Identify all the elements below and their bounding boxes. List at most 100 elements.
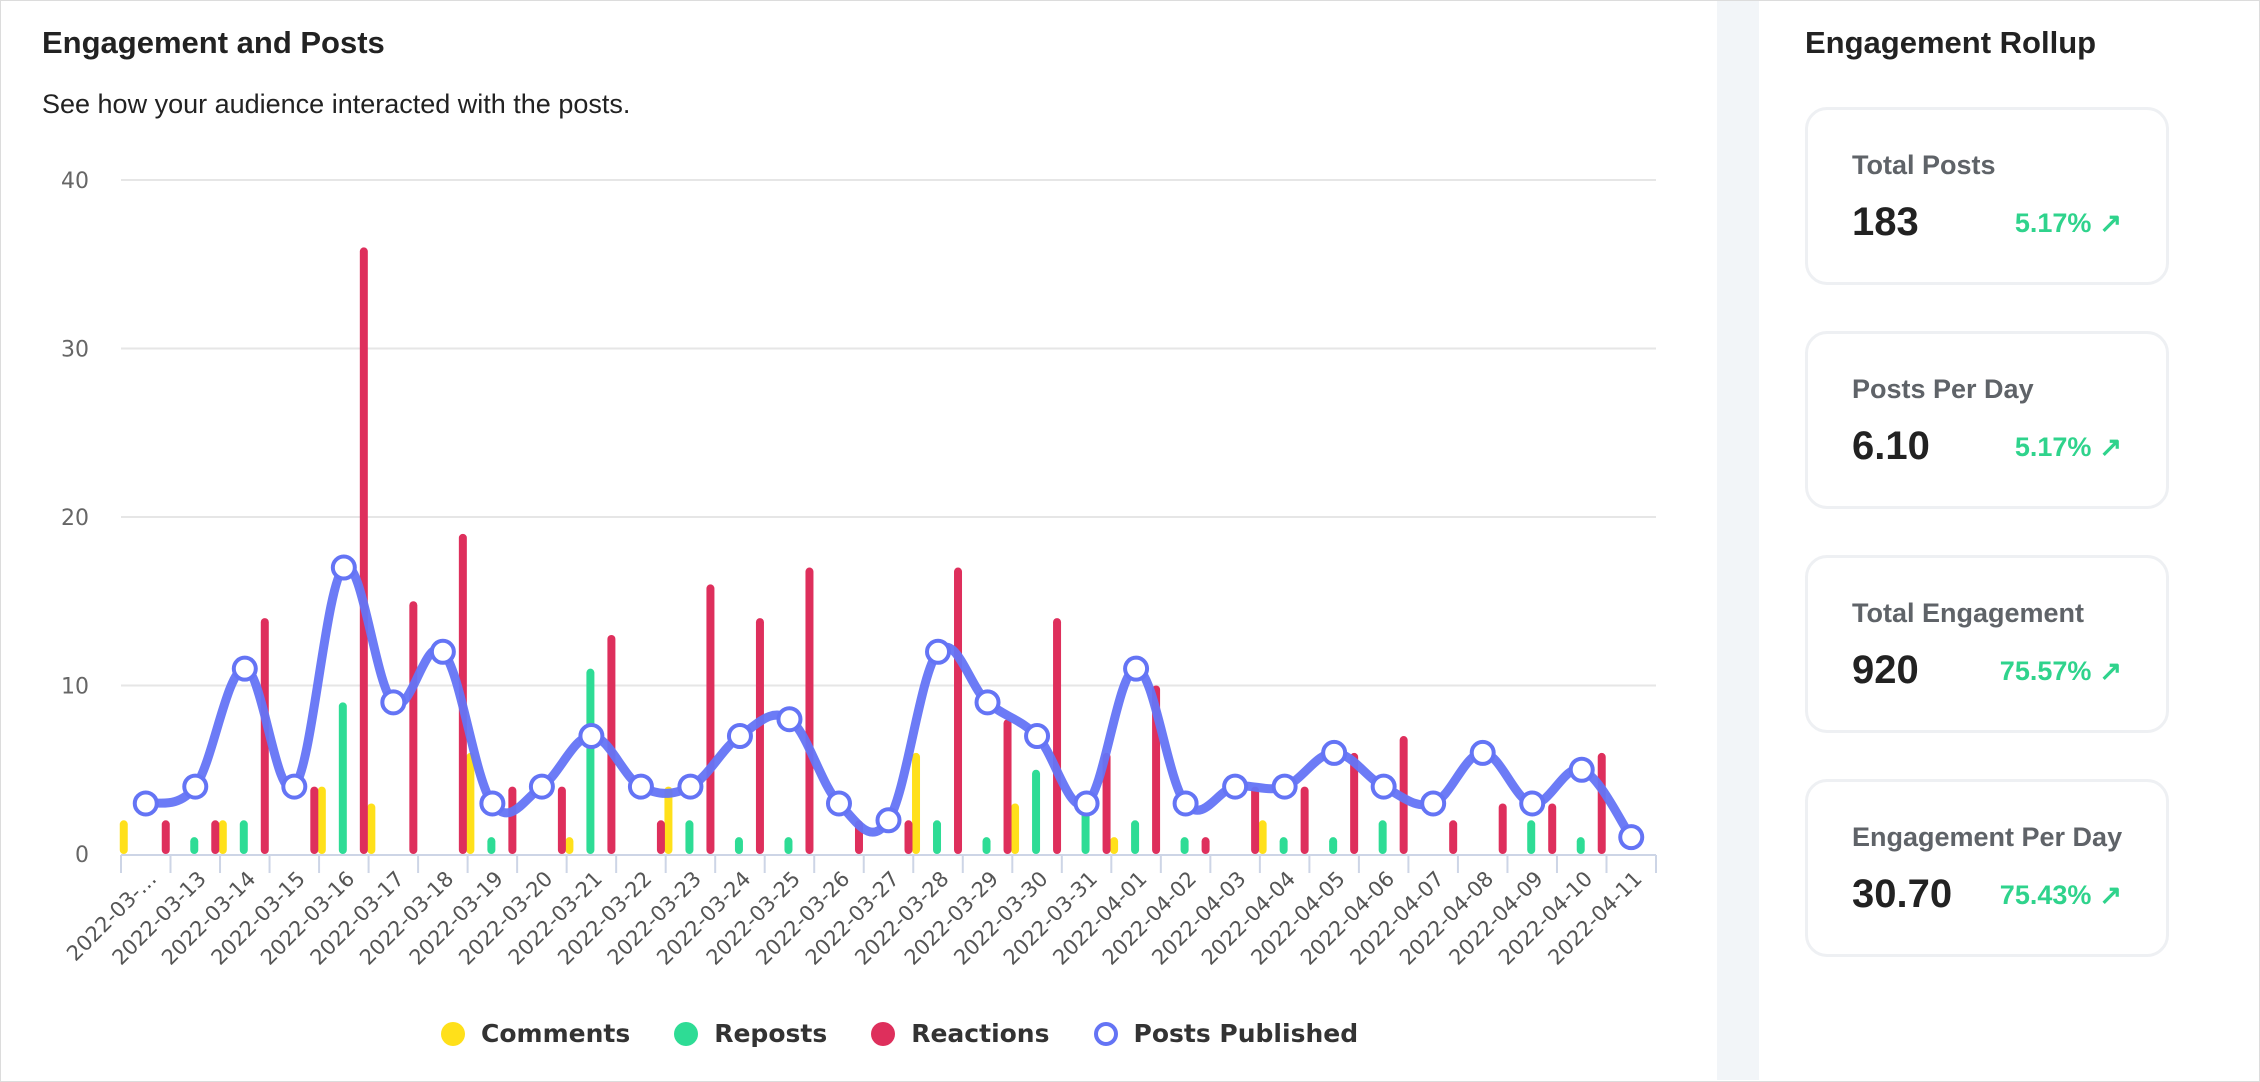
bar-comments	[317, 786, 326, 854]
bar-reposts	[338, 702, 347, 854]
bar-reposts	[1576, 837, 1585, 854]
posts-published-line	[141, 561, 1636, 842]
bar-reactions	[409, 601, 418, 854]
engagement-chart: 0102030402022-03-…2022-03-132022-03-1420…	[61, 169, 1657, 970]
bar-reactions	[954, 567, 963, 854]
bar-reactions	[1053, 618, 1062, 854]
bar-reposts	[487, 837, 496, 854]
bar-comments	[912, 752, 921, 854]
posts-published-point	[875, 807, 902, 834]
y-tick-label: 20	[61, 506, 89, 531]
stat-value: 183	[1852, 200, 1919, 244]
bar-reactions	[508, 786, 517, 854]
legend-label: Posts Published	[1133, 1019, 1359, 1048]
arrow-up-right-icon: ↗	[2099, 656, 2122, 686]
bar-reposts	[1131, 820, 1140, 854]
y-tick-label: 10	[61, 675, 89, 700]
bar-reposts	[586, 668, 595, 854]
engagement-rollup-panel: Engagement Rollup Total Posts 183 5.17% …	[1759, 1, 2258, 1080]
stat-change-percent: 5.17%	[2014, 432, 2092, 462]
posts-published-point	[330, 554, 357, 581]
bar-reposts	[1180, 837, 1189, 854]
stat-card-total-posts: Total Posts 183 5.17% ↗	[1805, 107, 2169, 285]
bar-comments	[1011, 803, 1020, 854]
panel-divider	[1717, 1, 1759, 1080]
bar-reactions	[755, 618, 764, 854]
bar-comments	[218, 820, 227, 854]
bar-reposts	[1378, 820, 1387, 854]
stat-value: 6.10	[1852, 424, 1930, 468]
bar-reposts	[1279, 837, 1288, 854]
posts-published-point	[1222, 773, 1249, 800]
posts-published-point	[1618, 824, 1645, 851]
bar-reactions	[211, 820, 220, 854]
legend-label: Comments	[481, 1019, 631, 1048]
posts-published-point	[825, 790, 852, 817]
posts-published-point	[627, 773, 654, 800]
posts-published-point	[1073, 790, 1100, 817]
bar-comments	[1110, 837, 1119, 854]
bar-reactions	[656, 820, 665, 854]
stat-change: 5.17% ↗	[2015, 432, 2122, 463]
posts-published-point	[429, 638, 456, 665]
posts-published-point	[677, 773, 704, 800]
bar-reactions	[1300, 786, 1309, 854]
bar-reposts	[190, 837, 199, 854]
arrow-up-right-icon: ↗	[2099, 208, 2122, 238]
bar-reactions	[706, 584, 715, 854]
stat-change-percent: 75.57%	[1999, 656, 2092, 686]
bar-reposts	[1527, 820, 1536, 854]
bar-reposts	[239, 820, 248, 854]
bar-reactions	[1201, 837, 1210, 854]
legend-item-reactions[interactable]: Reactions	[871, 1019, 1050, 1048]
engagement-posts-panel: Engagement and Posts See how your audien…	[1, 1, 1717, 1080]
chart-legend: Comments Reposts Reactions Posts Publish…	[441, 1019, 1358, 1048]
posts-published-point	[578, 723, 605, 750]
reactions-dot-icon	[871, 1021, 896, 1046]
legend-label: Reposts	[714, 1019, 828, 1048]
posts-published-point	[1568, 756, 1595, 783]
posts-published-point	[776, 706, 803, 733]
bar-reactions	[904, 820, 913, 854]
stat-change-percent: 75.43%	[1999, 880, 2092, 910]
stat-change-percent: 5.17%	[2014, 208, 2092, 238]
arrow-up-right-icon: ↗	[2099, 432, 2122, 462]
posts-published-point	[380, 689, 407, 716]
stat-value: 30.70	[1852, 872, 1953, 916]
bar-reactions	[557, 786, 566, 854]
legend-item-comments[interactable]: Comments	[441, 1019, 630, 1048]
posts-published-point	[726, 723, 753, 750]
posts-published-point	[528, 773, 555, 800]
stat-value: 920	[1852, 648, 1919, 692]
stat-card-engagement-per-day: Engagement Per Day 30.70 75.43% ↗	[1805, 779, 2169, 957]
bar-comments	[466, 752, 475, 854]
bar-reactions	[359, 247, 368, 854]
legend-item-posts-published[interactable]: Posts Published	[1093, 1019, 1359, 1048]
bar-reposts	[784, 837, 793, 854]
posts-published-point	[479, 790, 506, 817]
bar-reactions	[161, 820, 170, 854]
bar-reposts	[1032, 769, 1041, 854]
legend-item-reposts[interactable]: Reposts	[674, 1019, 827, 1048]
bar-reactions	[1548, 803, 1557, 854]
stat-label: Engagement Per Day	[1852, 822, 2123, 852]
posts-published-point	[1519, 790, 1546, 817]
posts-published-point	[281, 773, 308, 800]
stat-change: 75.43% ↗	[2000, 880, 2122, 911]
posts-published-point	[1271, 773, 1298, 800]
stat-change: 5.17% ↗	[2015, 208, 2122, 239]
bar-comments	[565, 837, 574, 854]
bar-reposts	[982, 837, 991, 854]
posts-published-point	[974, 689, 1001, 716]
bar-reactions	[1449, 820, 1458, 854]
stat-change: 75.57% ↗	[2000, 656, 2122, 687]
posts-published-point	[1024, 723, 1051, 750]
y-tick-label: 40	[61, 169, 89, 194]
stat-label: Posts Per Day	[1852, 374, 2034, 404]
posts-published-point	[1420, 790, 1447, 817]
bar-reposts	[685, 820, 694, 854]
y-tick-label: 30	[61, 338, 89, 363]
y-tick-label: 0	[75, 843, 89, 868]
bar-reposts	[1329, 837, 1338, 854]
bar-reactions	[310, 786, 319, 854]
